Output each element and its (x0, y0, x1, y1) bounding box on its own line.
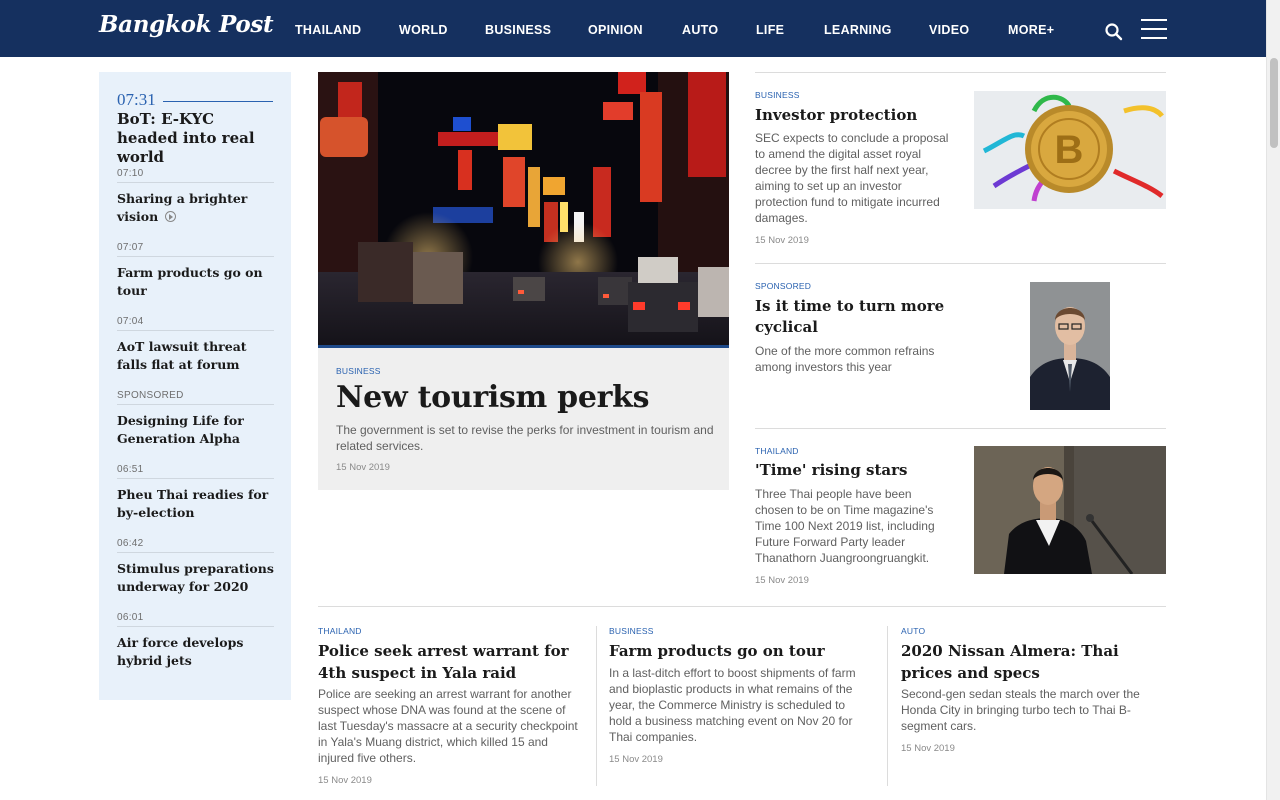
hero-story-category[interactable]: BUSINESS (336, 366, 381, 376)
story-category-sponsored: SPONSORED (755, 281, 812, 291)
sidebar-item-title-text[interactable]: Sharing a brighter vision (117, 191, 247, 224)
page-scrollbar[interactable] (1266, 0, 1280, 800)
sidebar-item-title[interactable]: Stimulus preparations underway for 2020 (117, 560, 274, 596)
hero-story-date: 15 Nov 2019 (336, 462, 390, 473)
story-divider (755, 72, 1166, 73)
story-title[interactable]: Farm products go on tour (609, 640, 871, 662)
sidebar-item-title[interactable]: Farm products go on tour (117, 264, 274, 300)
story-category[interactable]: THAILAND (318, 626, 362, 636)
hero-story-card: BUSINESS New tourism perks The governmen… (318, 348, 729, 490)
lead-story-divider (163, 101, 273, 102)
sidebar-item-title[interactable]: Air force develops hybrid jets (117, 634, 274, 670)
sidebar-item-time: 07:04 (117, 316, 274, 331)
site-logo[interactable]: Bangkok Post (99, 11, 274, 38)
sidebar-item-title[interactable]: Designing Life for Generation Alpha (117, 412, 274, 448)
hamburger-menu-icon[interactable] (1141, 18, 1167, 40)
story-divider (755, 428, 1166, 429)
video-play-icon (164, 211, 176, 222)
story-title[interactable]: Is it time to turn more cyclical (755, 296, 960, 338)
column-divider (596, 626, 597, 786)
story-summary: Three Thai people have been chosen to be… (755, 487, 935, 565)
sidebar-item: 06:01 Air force develops hybrid jets (117, 612, 274, 670)
story-summary: Police are seeking an arrest warrant for… (318, 687, 578, 765)
sidebar-item: 07:04 AoT lawsuit threat falls flat at f… (117, 316, 274, 374)
sidebar-item-sponsored-label: SPONSORED (117, 390, 274, 405)
nav-item-opinion[interactable]: OPINION (588, 23, 643, 37)
story-category[interactable]: AUTO (901, 626, 925, 636)
sidebar-item: 07:10 Sharing a brighter vision (117, 168, 274, 226)
story-category[interactable]: BUSINESS (609, 626, 654, 636)
author-portrait-image[interactable] (1030, 282, 1110, 410)
sidebar-item-time: 06:01 (117, 612, 274, 627)
sidebar-item-title[interactable]: AoT lawsuit threat falls flat at forum (117, 338, 274, 374)
story-divider (755, 263, 1166, 264)
scrollbar-thumb[interactable] (1270, 58, 1278, 148)
story-summary: In a last-ditch effort to boost shipment… (609, 666, 856, 744)
lead-story-time: 07:31 (117, 90, 156, 109)
sidebar-item-time: 06:51 (117, 464, 274, 479)
section-divider (318, 606, 1166, 607)
story-summary: SEC expects to conclude a proposal to am… (755, 131, 949, 225)
column-divider (887, 626, 888, 786)
sidebar-item-title[interactable]: Pheu Thai readies for by-election (117, 486, 274, 522)
nav-item-auto[interactable]: AUTO (682, 23, 718, 37)
speaker-photo-image[interactable] (974, 446, 1166, 574)
hero-story-image[interactable] (318, 72, 729, 348)
story-date: 15 Nov 2019 (609, 754, 663, 765)
latest-news-sidebar: 07:31 BoT: E-KYC headed into real world … (99, 72, 291, 700)
sidebar-item-time: 07:10 (117, 168, 274, 183)
sidebar-item: SPONSORED Designing Life for Generation … (117, 390, 274, 448)
nav-item-thailand[interactable]: THAILAND (295, 23, 361, 37)
sidebar-item: 06:42 Stimulus preparations underway for… (117, 538, 274, 596)
story-summary: Second-gen sedan steals the march over t… (901, 687, 1140, 733)
story-category[interactable]: BUSINESS (755, 90, 800, 100)
nav-item-business[interactable]: BUSINESS (485, 23, 551, 37)
sidebar-item-title[interactable]: Sharing a brighter vision (117, 190, 274, 226)
sidebar-item-time: 06:42 (117, 538, 274, 553)
story-summary: One of the more common refrains among in… (755, 344, 935, 374)
story-date: 15 Nov 2019 (755, 575, 809, 586)
story-date: 15 Nov 2019 (901, 743, 955, 754)
sidebar-item-time: 07:07 (117, 242, 274, 257)
nav-item-more[interactable]: MORE+ (1008, 23, 1054, 37)
hero-story-summary: The government is set to revise the perk… (336, 423, 714, 453)
sidebar-item: 07:07 Farm products go on tour (117, 242, 274, 300)
nav-item-video[interactable]: VIDEO (929, 23, 969, 37)
story-title[interactable]: Police seek arrest warrant for 4th suspe… (318, 640, 580, 684)
nav-item-world[interactable]: WORLD (399, 23, 448, 37)
hero-story-title[interactable]: New tourism perks (336, 380, 649, 415)
story-title[interactable]: Investor protection (755, 105, 965, 126)
search-icon[interactable] (1104, 22, 1124, 42)
lead-story-title[interactable]: BoT: E-KYC headed into real world (117, 110, 277, 167)
bitcoin-story-image[interactable]: B (974, 91, 1166, 209)
story-date: 15 Nov 2019 (755, 235, 809, 246)
nav-item-learning[interactable]: LEARNING (824, 23, 892, 37)
story-date: 15 Nov 2019 (318, 775, 372, 786)
story-title[interactable]: 2020 Nissan Almera: Thai prices and spec… (901, 640, 1163, 684)
svg-text:B: B (1055, 128, 1084, 172)
sidebar-item: 06:51 Pheu Thai readies for by-election (117, 464, 274, 522)
story-title[interactable]: 'Time' rising stars (755, 460, 965, 481)
nav-item-life[interactable]: LIFE (756, 23, 784, 37)
story-category[interactable]: THAILAND (755, 446, 799, 456)
top-navigation-bar: Bangkok Post THAILAND WORLD BUSINESS OPI… (0, 0, 1266, 57)
